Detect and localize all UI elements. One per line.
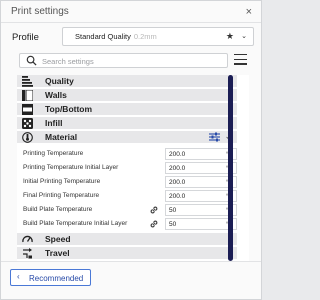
divider xyxy=(1,261,261,262)
travel-icon xyxy=(23,248,32,259)
chevron-down-icon: ⌄ xyxy=(241,33,247,40)
setting-printing-temperature-initial-layer: Printing Temperature Initial Layer °C xyxy=(17,161,237,175)
material-thermometer-icon xyxy=(22,132,33,143)
setting-label: Build Plate Temperature xyxy=(23,206,93,213)
settings-list: Quality ‹ Walls ‹ Top/Bottom ‹ Infi xyxy=(17,75,249,261)
category-walls[interactable]: Walls ‹ xyxy=(17,89,237,102)
search-icon xyxy=(26,55,37,66)
speed-gauge-icon xyxy=(22,235,33,243)
setting-label: Initial Printing Temperature xyxy=(23,178,101,185)
setting-label: Printing Temperature Initial Layer xyxy=(23,164,119,171)
setting-field[interactable]: °C xyxy=(165,148,237,160)
category-travel[interactable]: Travel ‹ xyxy=(17,247,237,260)
scrollbar[interactable] xyxy=(228,75,233,261)
category-label: Top/Bottom xyxy=(45,104,93,114)
walls-icon xyxy=(22,90,33,101)
category-speed[interactable]: Speed ‹ xyxy=(17,233,237,246)
setting-value-input[interactable] xyxy=(169,192,217,201)
setting-value-input[interactable] xyxy=(169,206,217,215)
category-label: Travel xyxy=(45,248,70,258)
category-quality[interactable]: Quality ‹ xyxy=(17,75,237,88)
setting-printing-temperature: Printing Temperature °C xyxy=(17,147,237,161)
title-bar: Print settings × xyxy=(1,1,261,23)
search-box[interactable] xyxy=(19,53,228,68)
settings-visibility-menu-icon[interactable] xyxy=(234,54,247,65)
category-top-bottom[interactable]: Top/Bottom ‹ xyxy=(17,103,237,116)
profile-label: Profile xyxy=(12,32,39,43)
setting-value-input[interactable] xyxy=(169,178,217,187)
category-material[interactable]: Material ⌄ xyxy=(17,131,237,144)
setting-value-input[interactable] xyxy=(169,220,217,229)
close-icon[interactable]: × xyxy=(246,6,252,18)
setting-label: Printing Temperature xyxy=(23,150,84,157)
setting-field[interactable]: °C xyxy=(165,204,237,216)
category-label: Material xyxy=(45,132,78,142)
profile-selected-value: Standard Quality 0.2mm xyxy=(75,32,157,41)
category-label: Walls xyxy=(45,90,67,100)
setting-build-plate-temperature-initial-layer: Build Plate Temperature Initial Layer °C xyxy=(17,217,237,231)
setting-field[interactable]: °C xyxy=(165,162,237,174)
favorite-star-icon[interactable]: ★ xyxy=(226,31,234,42)
recommended-button[interactable]: ‹ Recommended xyxy=(10,269,91,286)
setting-label: Final Printing Temperature xyxy=(23,192,100,199)
profile-name: Standard Quality xyxy=(75,32,131,41)
quality-layers-icon xyxy=(22,76,33,87)
recommended-label: Recommended xyxy=(29,273,84,283)
link-icon[interactable] xyxy=(149,205,159,215)
infill-icon xyxy=(22,118,33,129)
setting-label: Build Plate Temperature Initial Layer xyxy=(23,220,128,227)
profile-dropdown[interactable]: Standard Quality 0.2mm ★ ⌄ xyxy=(62,27,254,46)
setting-field[interactable]: °C xyxy=(165,218,237,230)
profile-layer-height: 0.2mm xyxy=(133,32,157,41)
link-icon[interactable] xyxy=(149,219,159,229)
setting-build-plate-temperature: Build Plate Temperature °C xyxy=(17,203,237,217)
window-title: Print settings xyxy=(11,6,69,17)
setting-field[interactable]: °C xyxy=(165,190,237,202)
setting-initial-printing-temperature: Initial Printing Temperature °C xyxy=(17,175,237,189)
sliders-icon[interactable] xyxy=(209,132,220,142)
category-infill[interactable]: Infill ‹ xyxy=(17,117,237,130)
category-label: Quality xyxy=(45,76,74,86)
setting-field[interactable]: °C xyxy=(165,176,237,188)
category-label: Speed xyxy=(45,234,71,244)
chevron-left-icon: ‹ xyxy=(17,272,20,281)
setting-value-input[interactable] xyxy=(169,164,217,173)
top-bottom-icon xyxy=(22,104,33,115)
setting-final-printing-temperature: Final Printing Temperature °C xyxy=(17,189,237,203)
print-settings-panel: Print settings × Profile Standard Qualit… xyxy=(0,0,262,300)
setting-value-input[interactable] xyxy=(169,150,217,159)
category-label: Infill xyxy=(45,118,63,128)
search-input[interactable] xyxy=(42,55,222,67)
